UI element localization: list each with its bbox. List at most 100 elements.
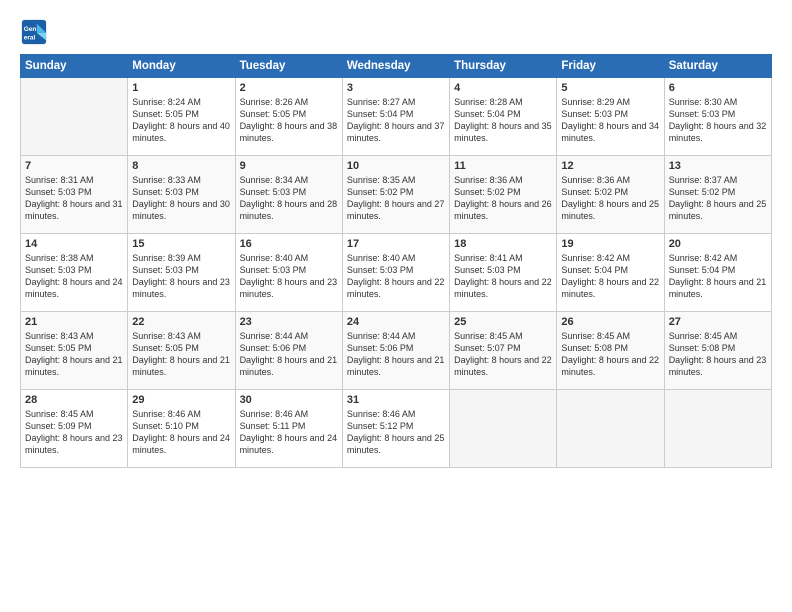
cell-info: Sunrise: 8:37 AMSunset: 5:02 PMDaylight:… [669, 175, 767, 221]
day-number: 14 [25, 238, 123, 250]
day-number: 25 [454, 316, 552, 328]
calendar-week-row: 7 Sunrise: 8:31 AMSunset: 5:03 PMDaylight… [21, 156, 772, 234]
cell-info: Sunrise: 8:41 AMSunset: 5:03 PMDaylight:… [454, 253, 552, 299]
calendar-cell: 29Sunrise: 8:46 AMSunset: 5:10 PMDayligh… [128, 390, 235, 468]
calendar-cell: 23 Sunrise: 8:44 AMSunset: 5:06 PMDayligh… [235, 312, 342, 390]
calendar-cell: 22 Sunrise: 8:43 AMSunset: 5:05 PMDayligh… [128, 312, 235, 390]
cell-info: Sunrise: 8:33 AMSunset: 5:03 PMDaylight:… [132, 175, 230, 221]
calendar-cell: 17Sunrise: 8:40 AMSunset: 5:03 PMDayligh… [342, 234, 449, 312]
day-number: 26 [561, 316, 659, 328]
calendar-cell: 1 Sunrise: 8:24 AMSunset: 5:05 PMDaylight… [128, 78, 235, 156]
cell-info: Sunrise: 8:36 AMSunset: 5:02 PMDaylight:… [454, 175, 552, 221]
day-number: 9 [240, 160, 338, 172]
day-number: 20 [669, 238, 767, 250]
day-number: 4 [454, 82, 552, 94]
calendar-week-row: 14 Sunrise: 8:38 AMSunset: 5:03 PMDayligh… [21, 234, 772, 312]
calendar-cell [664, 390, 771, 468]
calendar-cell: 30 Sunrise: 8:46 AMSunset: 5:11 PMDayligh… [235, 390, 342, 468]
calendar-week-row: 28 Sunrise: 8:45 AMSunset: 5:09 PMDayligh… [21, 390, 772, 468]
calendar-cell: 21Sunrise: 8:43 AMSunset: 5:05 PMDayligh… [21, 312, 128, 390]
calendar-week-row: 1 Sunrise: 8:24 AMSunset: 5:05 PMDaylight… [21, 78, 772, 156]
day-number: 19 [561, 238, 659, 250]
logo: Gen eral [20, 18, 50, 46]
calendar-cell: 31 Sunrise: 8:46 AMSunset: 5:12 PMDayligh… [342, 390, 449, 468]
cell-info: Sunrise: 8:30 AMSunset: 5:03 PMDaylight:… [669, 97, 767, 143]
cell-info: Sunrise: 8:40 AMSunset: 5:03 PMDaylight:… [347, 253, 445, 299]
cell-info: Sunrise: 8:34 AMSunset: 5:03 PMDaylight:… [240, 175, 338, 221]
calendar-cell: 6Sunrise: 8:30 AMSunset: 5:03 PMDaylight… [664, 78, 771, 156]
weekday-header: Tuesday [235, 55, 342, 78]
calendar-header-row: SundayMondayTuesdayWednesdayThursdayFrid… [21, 55, 772, 78]
day-number: 7 [25, 160, 123, 172]
calendar-cell: 25 Sunrise: 8:45 AMSunset: 5:07 PMDayligh… [450, 312, 557, 390]
day-number: 12 [561, 160, 659, 172]
calendar-week-row: 21Sunrise: 8:43 AMSunset: 5:05 PMDayligh… [21, 312, 772, 390]
calendar-cell: 9 Sunrise: 8:34 AMSunset: 5:03 PMDaylight… [235, 156, 342, 234]
calendar-cell: 13 Sunrise: 8:37 AMSunset: 5:02 PMDayligh… [664, 156, 771, 234]
calendar-cell: 27Sunrise: 8:45 AMSunset: 5:08 PMDayligh… [664, 312, 771, 390]
day-number: 31 [347, 394, 445, 406]
calendar-cell: 15 Sunrise: 8:39 AMSunset: 5:03 PMDayligh… [128, 234, 235, 312]
calendar-cell: 5 Sunrise: 8:29 AMSunset: 5:03 PMDaylight… [557, 78, 664, 156]
calendar-cell: 4 Sunrise: 8:28 AMSunset: 5:04 PMDaylight… [450, 78, 557, 156]
cell-info: Sunrise: 8:31 AMSunset: 5:03 PMDaylight:… [25, 175, 123, 221]
day-number: 10 [347, 160, 445, 172]
calendar-cell: 12 Sunrise: 8:36 AMSunset: 5:02 PMDayligh… [557, 156, 664, 234]
weekday-header: Saturday [664, 55, 771, 78]
cell-info: Sunrise: 8:29 AMSunset: 5:03 PMDaylight:… [561, 97, 659, 143]
svg-text:Gen: Gen [24, 26, 37, 33]
day-number: 27 [669, 316, 767, 328]
cell-info: Sunrise: 8:27 AMSunset: 5:04 PMDaylight:… [347, 97, 445, 143]
cell-info: Sunrise: 8:46 AMSunset: 5:10 PMDaylight:… [132, 409, 230, 455]
day-number: 30 [240, 394, 338, 406]
cell-info: Sunrise: 8:40 AMSunset: 5:03 PMDaylight:… [240, 253, 338, 299]
calendar-cell: 26Sunrise: 8:45 AMSunset: 5:08 PMDayligh… [557, 312, 664, 390]
calendar-cell: 16Sunrise: 8:40 AMSunset: 5:03 PMDayligh… [235, 234, 342, 312]
cell-info: Sunrise: 8:46 AMSunset: 5:11 PMDaylight:… [240, 409, 338, 455]
cell-info: Sunrise: 8:36 AMSunset: 5:02 PMDaylight:… [561, 175, 659, 221]
day-number: 13 [669, 160, 767, 172]
weekday-header: Sunday [21, 55, 128, 78]
day-number: 22 [132, 316, 230, 328]
day-number: 2 [240, 82, 338, 94]
weekday-header: Monday [128, 55, 235, 78]
day-number: 23 [240, 316, 338, 328]
calendar-cell: 11Sunrise: 8:36 AMSunset: 5:02 PMDayligh… [450, 156, 557, 234]
day-number: 18 [454, 238, 552, 250]
calendar-cell: 3Sunrise: 8:27 AMSunset: 5:04 PMDaylight… [342, 78, 449, 156]
day-number: 15 [132, 238, 230, 250]
calendar-page: Gen eral SundayMondayTuesdayWednesdayThu… [0, 0, 792, 612]
logo-icon: Gen eral [20, 18, 48, 46]
cell-info: Sunrise: 8:44 AMSunset: 5:06 PMDaylight:… [240, 331, 338, 377]
calendar-cell: 8 Sunrise: 8:33 AMSunset: 5:03 PMDaylight… [128, 156, 235, 234]
cell-info: Sunrise: 8:46 AMSunset: 5:12 PMDaylight:… [347, 409, 445, 455]
calendar-cell: 10 Sunrise: 8:35 AMSunset: 5:02 PMDayligh… [342, 156, 449, 234]
calendar-cell [450, 390, 557, 468]
cell-info: Sunrise: 8:45 AMSunset: 5:07 PMDaylight:… [454, 331, 552, 377]
calendar-cell [557, 390, 664, 468]
cell-info: Sunrise: 8:35 AMSunset: 5:02 PMDaylight:… [347, 175, 445, 221]
calendar-cell: 24Sunrise: 8:44 AMSunset: 5:06 PMDayligh… [342, 312, 449, 390]
calendar-cell [21, 78, 128, 156]
weekday-header: Thursday [450, 55, 557, 78]
cell-info: Sunrise: 8:24 AMSunset: 5:05 PMDaylight:… [132, 97, 230, 143]
cell-info: Sunrise: 8:28 AMSunset: 5:04 PMDaylight:… [454, 97, 552, 143]
calendar-table: SundayMondayTuesdayWednesdayThursdayFrid… [20, 54, 772, 468]
weekday-header: Friday [557, 55, 664, 78]
cell-info: Sunrise: 8:42 AMSunset: 5:04 PMDaylight:… [669, 253, 767, 299]
day-number: 1 [132, 82, 230, 94]
day-number: 5 [561, 82, 659, 94]
day-number: 28 [25, 394, 123, 406]
calendar-cell: 28 Sunrise: 8:45 AMSunset: 5:09 PMDayligh… [21, 390, 128, 468]
cell-info: Sunrise: 8:38 AMSunset: 5:03 PMDaylight:… [25, 253, 123, 299]
day-number: 8 [132, 160, 230, 172]
cell-info: Sunrise: 8:45 AMSunset: 5:09 PMDaylight:… [25, 409, 123, 455]
header: Gen eral [20, 18, 772, 46]
calendar-cell: 7 Sunrise: 8:31 AMSunset: 5:03 PMDaylight… [21, 156, 128, 234]
cell-info: Sunrise: 8:26 AMSunset: 5:05 PMDaylight:… [240, 97, 338, 143]
cell-info: Sunrise: 8:43 AMSunset: 5:05 PMDaylight:… [132, 331, 230, 377]
weekday-header: Wednesday [342, 55, 449, 78]
calendar-cell: 14 Sunrise: 8:38 AMSunset: 5:03 PMDayligh… [21, 234, 128, 312]
cell-info: Sunrise: 8:39 AMSunset: 5:03 PMDaylight:… [132, 253, 230, 299]
cell-info: Sunrise: 8:42 AMSunset: 5:04 PMDaylight:… [561, 253, 659, 299]
